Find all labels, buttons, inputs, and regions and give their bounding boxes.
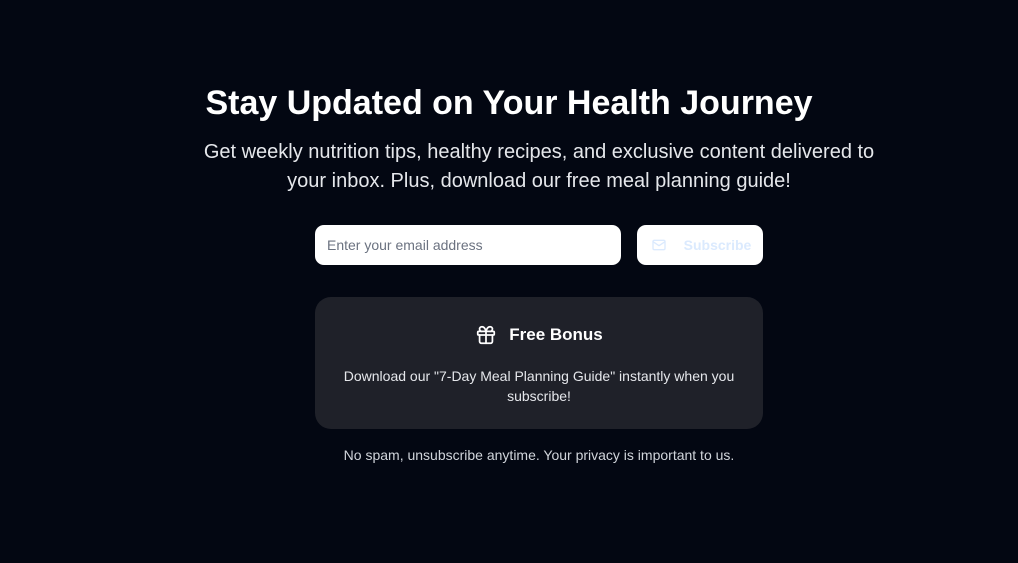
bonus-heading: Free Bonus (315, 323, 763, 347)
newsletter-subtitle: Get weekly nutrition tips, healthy recip… (203, 141, 875, 192)
bonus-description: Download our "7-Day Meal Planning Guide"… (343, 368, 735, 404)
subscribe-label: Subscribe (683, 237, 752, 253)
subscribe-button[interactable]: Subscribe (637, 225, 763, 265)
newsletter-title: Stay Updated on Your Health Journey (205, 84, 813, 122)
gift-icon (475, 324, 497, 346)
bonus-title: Free Bonus (509, 325, 603, 344)
newsletter-section: Stay Updated on Your Health Journey Get … (0, 0, 1018, 563)
email-input[interactable] (315, 225, 621, 265)
free-bonus-card: Free Bonus Download our "7-Day Meal Plan… (315, 297, 763, 429)
privacy-note: No spam, unsubscribe anytime. Your priva… (343, 447, 735, 463)
mail-icon (651, 237, 667, 253)
